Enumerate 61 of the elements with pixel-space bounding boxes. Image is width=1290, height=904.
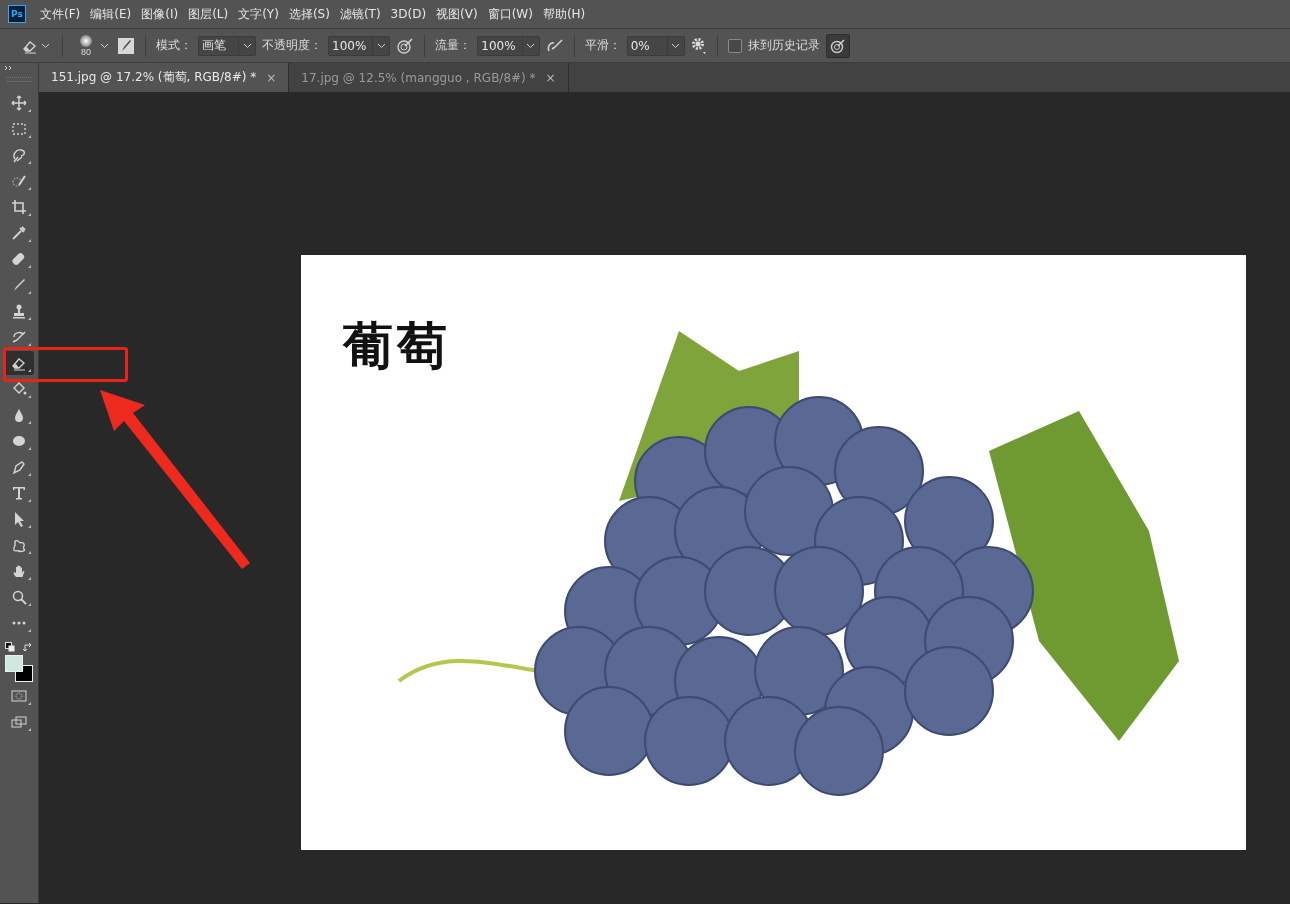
caret-icon: [100, 42, 109, 49]
menu-item[interactable]: 编辑(E): [90, 5, 140, 23]
document-tab[interactable]: 151.jpg @ 17.2% (葡萄, RGB/8#) * ×: [39, 63, 290, 92]
zoom-icon: [11, 589, 27, 605]
menu-item[interactable]: 文字(Y): [238, 5, 287, 23]
type-icon: [11, 485, 27, 501]
option-label: 模式：: [156, 37, 192, 54]
collapse-icon[interactable]: [4, 65, 14, 71]
close-icon[interactable]: ×: [545, 70, 556, 85]
smoothing-select[interactable]: 0%: [626, 35, 685, 56]
option-label: 平滑：: [584, 37, 621, 54]
pressure-opacity-icon[interactable]: [396, 36, 415, 55]
eyedropper-icon: [11, 225, 27, 241]
hand-icon: [11, 563, 27, 579]
blob-shape-icon: [11, 537, 27, 553]
caret-icon: [376, 42, 386, 49]
dashed-rectangle-icon: [11, 121, 27, 137]
history-brush-icon: [11, 329, 27, 345]
brush-icon: [11, 277, 27, 293]
default-colors-icon[interactable]: [5, 642, 15, 652]
brush-settings-icon[interactable]: [117, 36, 135, 55]
checkbox-label: 抹到历史记录: [747, 37, 820, 54]
caret-icon: [671, 42, 681, 49]
document-caption: 葡萄: [343, 315, 451, 377]
quick-select-brush-icon: [11, 173, 27, 189]
swap-colors-icon[interactable]: [23, 642, 33, 652]
app-logo: Ps: [8, 5, 26, 23]
opacity-select[interactable]: 100%: [328, 35, 391, 56]
lasso-icon: [11, 147, 27, 163]
option-label: 不透明度：: [262, 37, 322, 54]
pressure-size-button[interactable]: [825, 33, 850, 58]
menu-item[interactable]: 选择(S): [288, 5, 338, 23]
brush-picker[interactable]: 80: [73, 32, 111, 59]
sponge-icon: [11, 433, 27, 449]
stamp-icon: [11, 303, 27, 319]
menu-item[interactable]: 图像(I): [141, 5, 187, 23]
pen-nib-icon: [11, 459, 27, 475]
quick-mask-icon: [11, 688, 27, 704]
mode-select[interactable]: 画笔: [198, 35, 256, 56]
caret-icon: [526, 42, 536, 49]
menu-item[interactable]: 图层(L): [188, 5, 237, 23]
screen-mode-icon: [11, 714, 27, 730]
tool-button[interactable]: [4, 351, 34, 375]
flow-select[interactable]: 100%: [477, 35, 540, 56]
menu-item[interactable]: 视图(V): [436, 5, 486, 23]
caret-icon: [242, 42, 252, 49]
menu-item[interactable]: 窗口(W): [487, 5, 541, 23]
menu-item[interactable]: 文件(F): [40, 5, 89, 23]
menu-item[interactable]: 帮助(H): [542, 5, 594, 23]
settings-icon[interactable]: [690, 36, 707, 55]
move-icon: [11, 95, 27, 111]
checkbox[interactable]: [727, 38, 742, 53]
caret-icon: [41, 42, 50, 49]
crop-icon: [11, 199, 27, 215]
close-icon[interactable]: ×: [266, 70, 277, 85]
menu-item[interactable]: 3D(D): [390, 7, 435, 21]
color-swatches-drawing[interactable]: [4, 655, 34, 683]
paint-bucket-icon: [11, 381, 27, 397]
menu-item[interactable]: 滤镜(T): [339, 5, 389, 23]
pressure-pen-icon: [829, 37, 846, 54]
option-label: 流量：: [435, 37, 472, 54]
